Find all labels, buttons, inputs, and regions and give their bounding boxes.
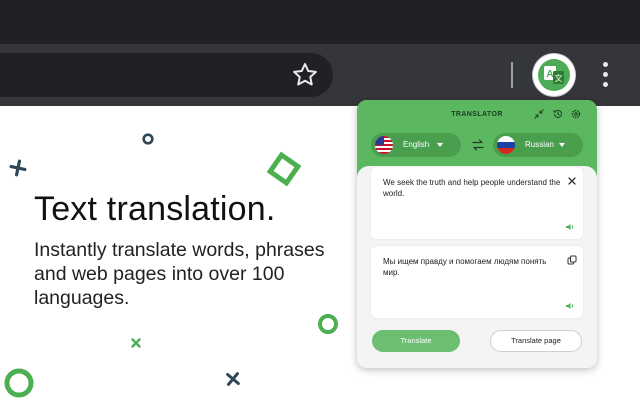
- decorative-circle: [4, 368, 34, 398]
- translated-text: Мы ищем правду и помогаем людям понять м…: [383, 257, 547, 277]
- target-language-label: Russian: [525, 140, 554, 149]
- star-icon[interactable]: [290, 60, 320, 90]
- translator-extension-icon: A 文: [538, 59, 570, 91]
- menu-kebab-icon[interactable]: [598, 60, 612, 90]
- copy-icon[interactable]: [567, 255, 577, 265]
- translate-page-button[interactable]: Translate page: [490, 330, 582, 352]
- russia-flag-icon: [497, 136, 515, 154]
- us-flag-icon: [375, 136, 393, 154]
- svg-text:文: 文: [555, 73, 563, 83]
- source-language-select[interactable]: English: [371, 133, 461, 157]
- headline: Text translation.: [34, 190, 276, 228]
- translator-extension-button[interactable]: A 文: [533, 54, 575, 96]
- translator-popup: TRANSLATOR English Russian We seek the t…: [357, 100, 597, 368]
- address-bar[interactable]: [0, 53, 333, 97]
- subtext: Instantly translate words, phrases and w…: [34, 239, 325, 309]
- swap-languages-icon[interactable]: [471, 138, 485, 152]
- source-text[interactable]: We seek the truth and help people unders…: [383, 177, 563, 199]
- translate-button[interactable]: Translate: [372, 330, 460, 352]
- settings-icon[interactable]: [570, 108, 582, 120]
- decorative-cross: [226, 372, 240, 386]
- decorative-cross: [9, 159, 27, 177]
- browser-tab-strip: [0, 0, 640, 44]
- source-text-box[interactable]: We seek the truth and help people unders…: [371, 167, 583, 239]
- collapse-icon[interactable]: [533, 108, 545, 120]
- decorative-circle: [142, 133, 154, 145]
- toolbar-separator: [511, 62, 513, 88]
- decorative-cross: [131, 338, 141, 348]
- svg-text:A: A: [546, 69, 553, 80]
- speaker-icon[interactable]: [565, 301, 575, 311]
- chevron-down-icon: [437, 143, 443, 147]
- target-language-select[interactable]: Russian: [493, 133, 583, 157]
- translated-text-box: Мы ищем правду и помогаем людям понять м…: [371, 246, 583, 318]
- decorative-circle: [318, 314, 338, 334]
- speaker-icon[interactable]: [565, 222, 575, 232]
- source-language-label: English: [403, 140, 430, 149]
- close-icon[interactable]: [567, 176, 577, 186]
- history-icon[interactable]: [552, 108, 564, 120]
- chevron-down-icon: [559, 143, 565, 147]
- decorative-square: [266, 151, 302, 187]
